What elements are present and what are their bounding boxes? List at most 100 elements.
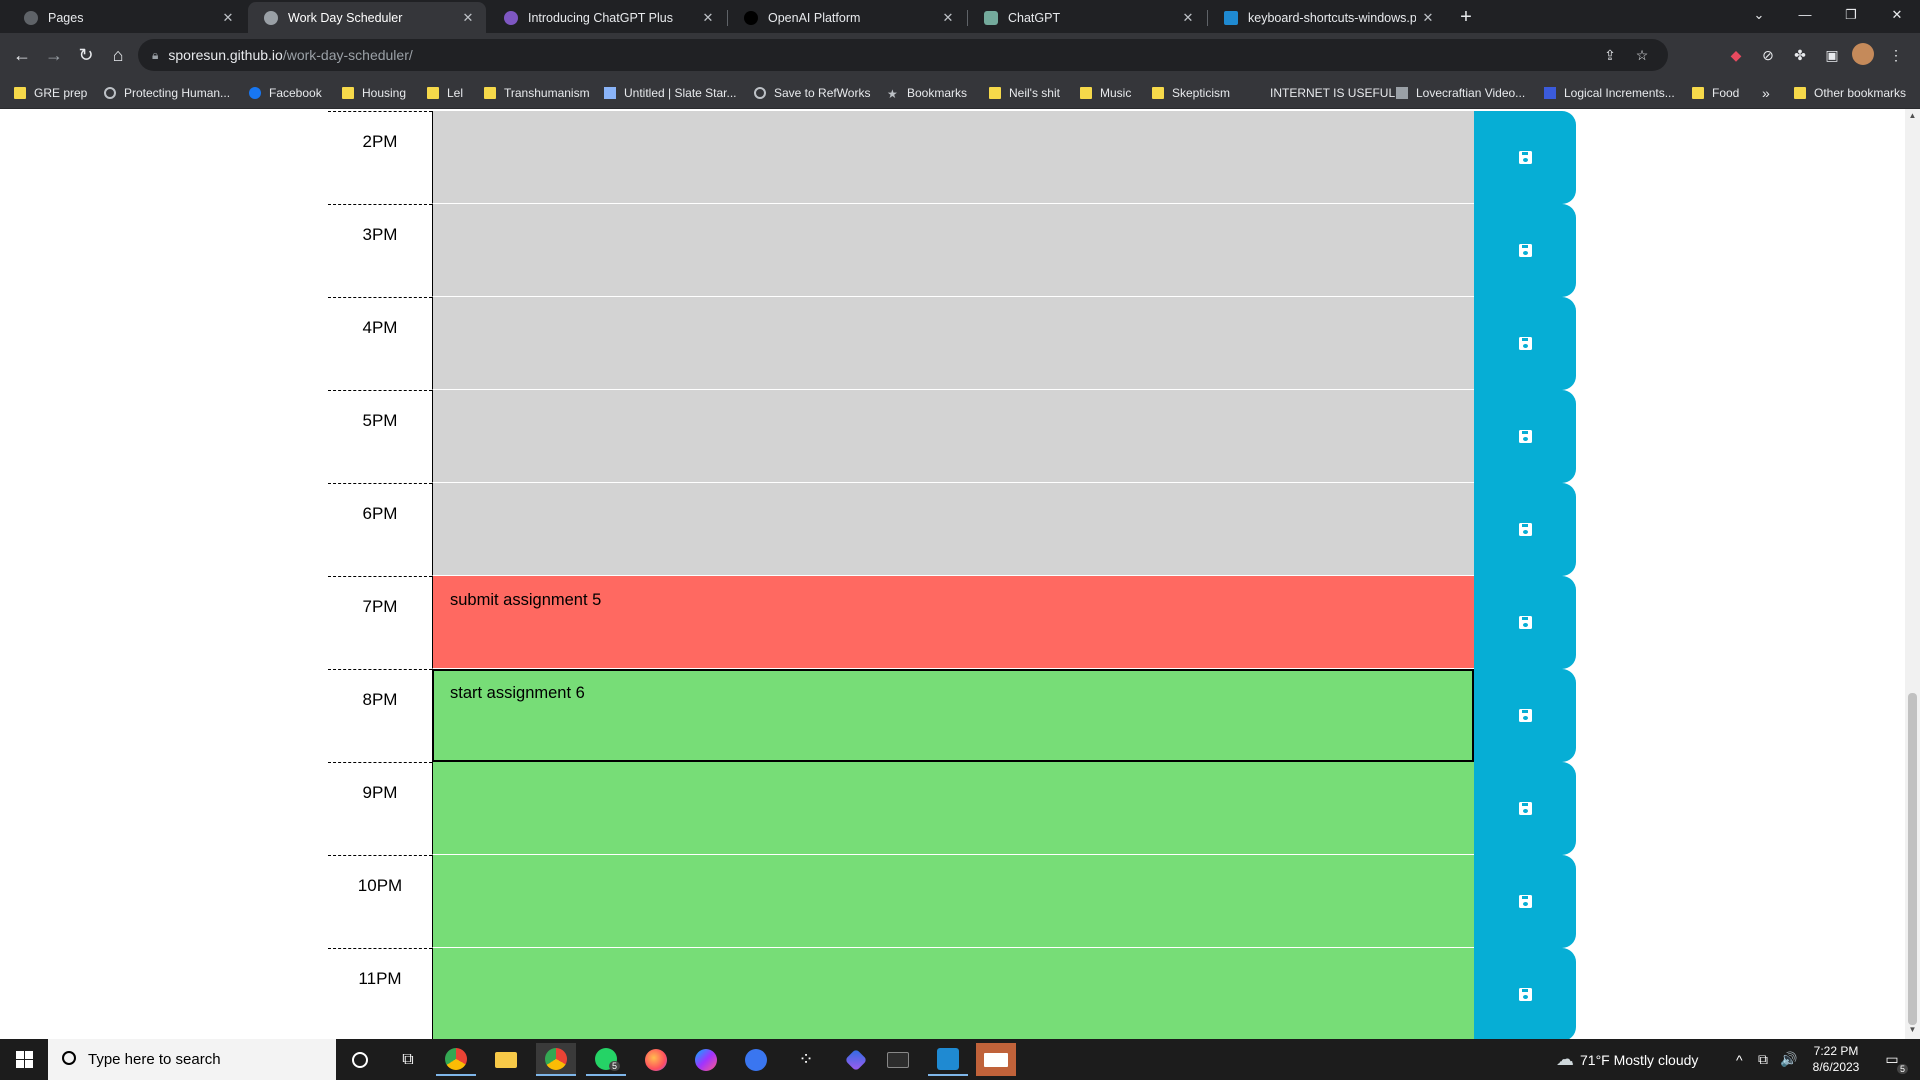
bookmark-lovecraftian-video[interactable]: Lovecraftian Video... — [1396, 84, 1525, 102]
side-panel-icon[interactable]: ▣ — [1820, 43, 1844, 67]
event-description[interactable] — [432, 483, 1474, 576]
tab-introducing-chatgpt-plus[interactable]: Introducing ChatGPT Plus ✕ — [488, 2, 726, 33]
bookmark-gre-prep[interactable]: GRE prep — [14, 84, 87, 102]
save-button[interactable] — [1474, 576, 1576, 669]
save-button[interactable] — [1474, 948, 1576, 1039]
bookmark-facebook[interactable]: Facebook — [249, 84, 322, 102]
task-view-button[interactable]: ⧉ — [388, 1043, 428, 1076]
event-description[interactable] — [432, 390, 1474, 483]
event-description[interactable] — [432, 297, 1474, 390]
bookmark-transhumanism[interactable]: Transhumanism — [484, 84, 590, 102]
bookmarks-overflow-button[interactable]: » — [1762, 84, 1770, 102]
restore-button[interactable]: ❐ — [1828, 0, 1874, 30]
cloud-icon: ☁ — [1556, 1049, 1574, 1069]
extension-icon[interactable]: ◆ — [1724, 43, 1748, 67]
page-scrollbar[interactable]: ▲ ▼ — [1905, 109, 1920, 1039]
network-icon[interactable]: ⧉ — [1758, 1039, 1768, 1080]
close-icon[interactable]: ✕ — [696, 10, 720, 26]
tab-work-day-scheduler[interactable]: Work Day Scheduler ✕ — [248, 2, 486, 33]
close-icon[interactable]: ✕ — [456, 10, 480, 26]
save-button[interactable] — [1474, 762, 1576, 855]
taskbar-terminal[interactable] — [878, 1043, 918, 1076]
taskbar-file-explorer[interactable] — [486, 1043, 526, 1076]
taskbar-copilot[interactable] — [836, 1043, 876, 1076]
cortana-button[interactable] — [340, 1043, 380, 1076]
save-button[interactable] — [1474, 669, 1576, 762]
bookmark-bookmarks[interactable]: ★ Bookmarks — [887, 84, 967, 102]
event-description[interactable]: submit assignment 5 — [432, 576, 1474, 669]
scrollbar-thumb[interactable] — [1908, 693, 1917, 1025]
url-host: sporesun.github.io — [168, 47, 283, 63]
tab-keyboard-shortcuts-pdf[interactable]: keyboard-shortcuts-windows.pdf ✕ — [1208, 2, 1446, 33]
taskbar-firefox[interactable] — [636, 1043, 676, 1076]
brother-icon — [984, 1052, 1008, 1067]
bookmark-protecting-human[interactable]: Protecting Human... — [104, 84, 230, 102]
new-tab-button[interactable]: + — [1452, 3, 1480, 31]
event-description[interactable] — [432, 948, 1474, 1039]
github-icon — [24, 10, 38, 25]
address-bar[interactable]: 🔒︎ sporesun.github.io /work-day-schedule… — [138, 39, 1668, 71]
taskbar-signal[interactable] — [736, 1043, 776, 1076]
scroll-down-arrow-icon[interactable]: ▼ — [1908, 1025, 1917, 1037]
save-button[interactable] — [1474, 111, 1576, 204]
volume-icon[interactable]: 🔊 — [1780, 1039, 1797, 1080]
menu-icon[interactable]: ⋮ — [1884, 43, 1908, 67]
compass-extension-icon[interactable]: ⊘ — [1756, 43, 1780, 67]
tab-openai-platform[interactable]: OpenAI Platform ✕ — [728, 2, 966, 33]
system-clock[interactable]: 7:22 PM 8/6/2023 — [1808, 1043, 1864, 1075]
scheduler-page: 2PM 3PM 4PM 5PM 6PM 7PM submit assignmen… — [0, 109, 1920, 1039]
bookmark-star-icon[interactable]: ☆ — [1630, 43, 1654, 67]
home-button[interactable]: ⌂ — [104, 41, 132, 69]
window-close-button[interactable]: ✕ — [1874, 0, 1920, 30]
extensions-puzzle-icon[interactable]: ✤ — [1788, 43, 1812, 67]
tab-search-button[interactable]: ⌄ — [1736, 0, 1782, 30]
bookmark-lel[interactable]: Lel — [427, 84, 463, 102]
start-button[interactable] — [0, 1039, 48, 1080]
profile-avatar[interactable] — [1852, 43, 1874, 65]
event-description[interactable]: start assignment 6 — [432, 669, 1474, 762]
taskbar-chrome-profile[interactable] — [436, 1043, 476, 1076]
event-description[interactable] — [432, 855, 1474, 948]
bookmark-logical-increments[interactable]: Logical Increments... — [1544, 84, 1675, 102]
taskbar-whatsapp[interactable]: 5 — [586, 1043, 626, 1076]
taskbar-chrome[interactable] — [536, 1043, 576, 1076]
back-button[interactable]: ← — [8, 41, 36, 69]
taskbar-search-box[interactable]: Type here to search — [48, 1039, 336, 1080]
close-icon[interactable]: ✕ — [936, 10, 960, 26]
share-icon[interactable]: ⇪ — [1598, 43, 1622, 67]
event-description[interactable] — [432, 111, 1474, 204]
close-icon[interactable]: ✕ — [1416, 10, 1440, 26]
bookmark-other-bookmarks[interactable]: Other bookmarks — [1794, 84, 1906, 102]
minimize-button[interactable]: — — [1782, 0, 1828, 30]
bookmark-music[interactable]: Music — [1080, 84, 1131, 102]
close-icon[interactable]: ✕ — [216, 10, 240, 26]
taskbar-brother-app[interactable] — [976, 1043, 1016, 1076]
reload-button[interactable]: ↻ — [72, 41, 100, 69]
bookmark-save-to-refworks[interactable]: Save to RefWorks — [754, 84, 870, 102]
event-description[interactable] — [432, 762, 1474, 855]
bookmark-neils[interactable]: Neil's shit — [989, 84, 1060, 102]
forward-button[interactable]: → — [40, 41, 68, 69]
weather-widget[interactable]: ☁ 71°F Mostly cloudy — [1556, 1039, 1698, 1080]
bookmark-internet-is-useful[interactable]: INTERNET IS USEFUL — [1270, 84, 1395, 102]
save-button[interactable] — [1474, 855, 1576, 948]
tab-pages[interactable]: Pages ✕ — [8, 2, 246, 33]
save-button[interactable] — [1474, 390, 1576, 483]
taskbar-slack[interactable]: ⁘ — [786, 1043, 826, 1076]
scroll-up-arrow-icon[interactable]: ▲ — [1908, 111, 1917, 123]
taskbar-messenger[interactable] — [686, 1043, 726, 1076]
event-description[interactable] — [432, 204, 1474, 297]
windows-taskbar: Type here to search ⧉ 5 ⁘ ☁ 71°F Mostly … — [0, 1039, 1920, 1080]
bookmark-food[interactable]: Food — [1692, 84, 1739, 102]
save-button[interactable] — [1474, 204, 1576, 297]
save-button[interactable] — [1474, 483, 1576, 576]
notification-center-button[interactable]: ▭ 5 — [1878, 1039, 1908, 1080]
show-hidden-icons[interactable]: ^ — [1736, 1039, 1743, 1080]
bookmark-slate-star[interactable]: Untitled | Slate Star... — [604, 84, 737, 102]
bookmark-housing[interactable]: Housing — [342, 84, 406, 102]
tab-chatgpt[interactable]: ChatGPT ✕ — [968, 2, 1206, 33]
close-icon[interactable]: ✕ — [1176, 10, 1200, 26]
bookmark-skepticism[interactable]: Skepticism — [1152, 84, 1230, 102]
taskbar-vscode[interactable] — [928, 1043, 968, 1076]
save-button[interactable] — [1474, 297, 1576, 390]
